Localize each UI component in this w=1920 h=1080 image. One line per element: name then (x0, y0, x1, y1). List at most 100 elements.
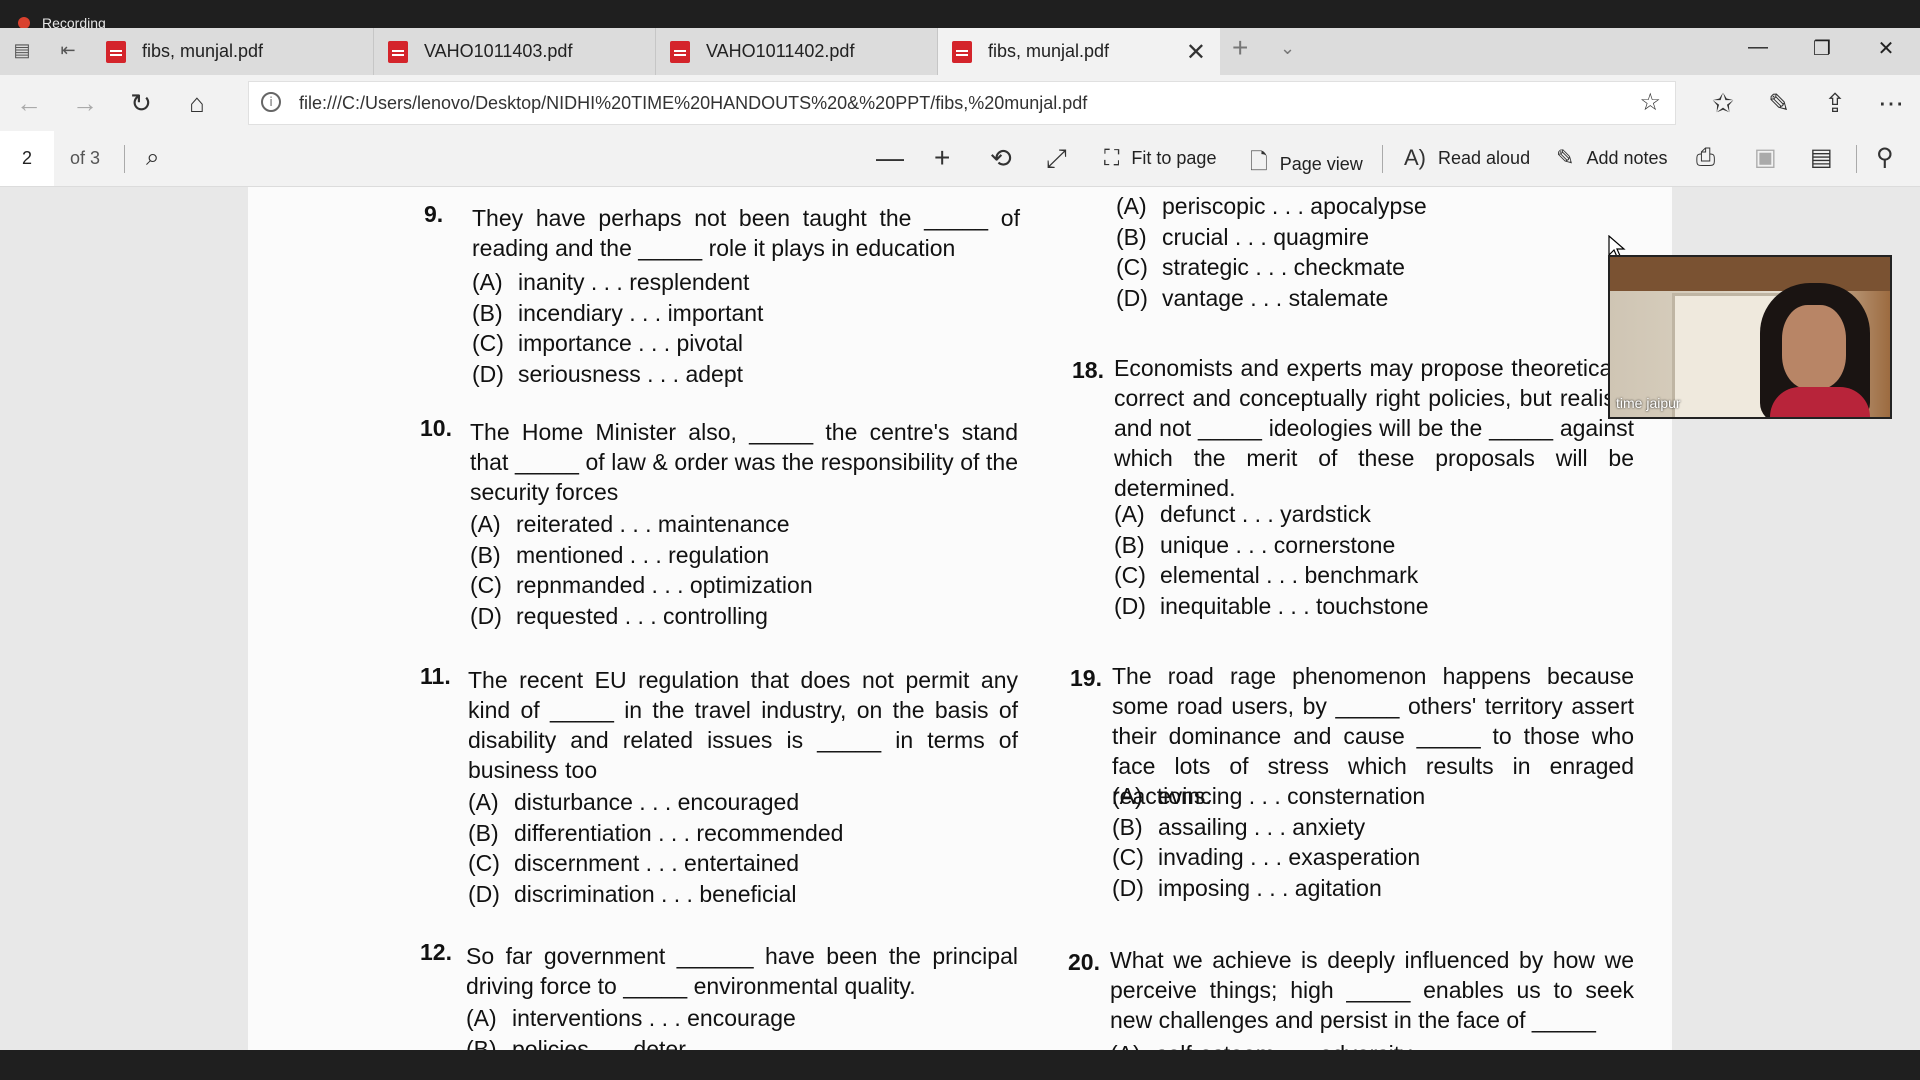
chevron-down-icon[interactable]: ⌄ (1280, 38, 1295, 59)
tab-fibs-munjal-1[interactable]: fibs, munjal.pdf (92, 28, 374, 75)
webcam-overlay[interactable]: time jaipur (1608, 255, 1892, 419)
question-number: 11. (420, 663, 451, 689)
option: (D) vantage . . . stalemate (1116, 284, 1389, 311)
pin-toolbar-icon[interactable]: ⚲ (1876, 141, 1894, 175)
fit-to-page-label: Fit to page (1131, 147, 1217, 168)
pdf-toolbar: 2 of 3 ⌕ — + ⟲ ⤢ ⛶ Fit to page 🗋 Page vi… (0, 131, 1920, 187)
share-icon[interactable]: ⇪ (1818, 87, 1852, 119)
new-tab-icon[interactable]: + (1232, 32, 1248, 64)
option: (B) mentioned . . . regulation (470, 541, 770, 568)
pdf-icon (106, 40, 126, 63)
pen-icon: ✎ (1556, 145, 1575, 170)
pen-notes-icon[interactable]: ✎ (1762, 87, 1796, 119)
options-list: (A) interventions . . . encourage (B) poli… (466, 1003, 796, 1050)
option: (A) reiterated . . . maintenance (470, 511, 790, 537)
tab-vaho1011403[interactable]: VAHO1011403.pdf (374, 28, 656, 75)
option: (B) incendiary . . . important (472, 299, 764, 326)
zoom-out-icon[interactable]: — (876, 141, 904, 175)
divider (124, 145, 125, 173)
zoom-in-icon[interactable]: + (934, 141, 950, 175)
search-icon[interactable]: ⌕ (146, 141, 159, 175)
rotate-icon[interactable]: ⟲ (990, 141, 1012, 175)
refresh-icon[interactable]: ↻ (124, 87, 158, 119)
read-aloud-icon: A) (1404, 145, 1426, 170)
page-view-label: Page view (1279, 153, 1363, 174)
divider (1382, 145, 1383, 173)
close-window-icon[interactable]: ✕ (1866, 36, 1906, 66)
address-bar: ← → ↻ ⌂ i file:///C:/Users/lenovo/Deskto… (0, 75, 1920, 131)
pdf-page: 9. They have perhaps not been taught the… (248, 187, 1672, 1050)
back-arrow-icon[interactable]: ← (12, 87, 46, 119)
option: (A) defunct . . . yardstick (1114, 501, 1371, 527)
url-field[interactable]: i file:///C:/Users/lenovo/Desktop/NIDHI%… (248, 81, 1676, 125)
bottom-strip (0, 1050, 1920, 1080)
read-aloud-label: Read aloud (1438, 147, 1531, 168)
question-number: 18. (1072, 357, 1104, 383)
home-icon[interactable]: ⌂ (180, 87, 214, 119)
add-notes-button[interactable]: ✎ Add notes (1556, 145, 1668, 171)
save-as-icon[interactable]: ▤ (1810, 141, 1833, 175)
question-number: 19. (1070, 665, 1102, 691)
tab-label: fibs, munjal.pdf (988, 41, 1110, 61)
option: (B) unique . . . cornerstone (1114, 531, 1396, 558)
question-number: 12. (420, 939, 452, 965)
fullscreen-icon[interactable]: ⤢ (1046, 141, 1067, 175)
question-text: What we achieve is deeply influenced by … (1110, 947, 1634, 1033)
page-number-input[interactable]: 2 (0, 131, 54, 186)
divider (1856, 145, 1857, 173)
question-number: 9. (424, 201, 444, 227)
option: (A) interventions . . . encourage (466, 1005, 796, 1031)
tab-fibs-munjal-active[interactable]: fibs, munjal.pdf ✕ (938, 28, 1220, 75)
save-icon[interactable]: ▣ (1754, 141, 1777, 175)
presenter-body (1770, 387, 1870, 417)
pdf-icon (670, 40, 690, 63)
fit-to-page-button[interactable]: ⛶ Fit to page (1104, 145, 1216, 171)
option: (A) inanity . . . resplendent (472, 269, 750, 295)
options-list: (A) evincing . . . consternation (B) assai… (1112, 781, 1425, 903)
page-view-button[interactable]: 🗋 Page view (1250, 145, 1363, 183)
option: (C) strategic . . . checkmate (1116, 254, 1405, 280)
option: (C) discernment . . . entertained (468, 850, 800, 876)
page-view-icon: 🗋 (1250, 149, 1268, 174)
question-text: The recent EU regulation that does not p… (468, 667, 1018, 783)
option: (D) requested . . . controlling (470, 602, 768, 629)
minimize-icon[interactable]: — (1738, 36, 1778, 66)
option: (D) imposing . . . agitation (1112, 874, 1382, 901)
option: (A) disturbance . . . encouraged (468, 789, 800, 815)
options-list: (A)self-esteem . . . adversity (1110, 1039, 1412, 1050)
tab-actions-icon[interactable]: ▤ (10, 40, 34, 64)
option: (A) periscopic . . . apocalypse (1116, 193, 1427, 219)
option: (D) seriousness . . . adept (472, 360, 744, 387)
restore-icon[interactable]: ❐ (1802, 36, 1842, 66)
info-icon[interactable]: i (261, 92, 281, 112)
question-text: They have perhaps not been taught the __… (472, 205, 1020, 261)
option: (C) importance . . . pivotal (472, 330, 743, 356)
forward-arrow-icon[interactable]: → (68, 87, 102, 119)
options-list: (A) disturbance . . . encouraged (B) diffe… (468, 787, 843, 909)
tab-label: VAHO1011402.pdf (706, 41, 855, 61)
close-tab-icon[interactable]: ✕ (1186, 38, 1206, 67)
question-number: 10. (420, 415, 452, 441)
question-number: 20. (1068, 949, 1100, 975)
more-options-icon[interactable]: ⋯ (1874, 87, 1908, 119)
option: (C) invading . . . exasperation (1112, 844, 1421, 870)
set-aside-tabs-icon[interactable]: ⇤ (56, 40, 80, 64)
option: (A) evincing . . . consternation (1112, 783, 1426, 809)
favorites-icon[interactable]: ✩ (1706, 87, 1740, 119)
tab-label: VAHO1011403.pdf (424, 41, 573, 61)
option: (D) inequitable . . . touchstone (1114, 592, 1429, 619)
recording-strip: Recording (0, 0, 1920, 31)
read-aloud-button[interactable]: A) Read aloud (1404, 145, 1530, 171)
options-list: (A) inanity . . . resplendent (B) incendia… (472, 267, 763, 389)
favorite-star-icon[interactable]: ☆ (1639, 88, 1661, 117)
print-icon[interactable]: ⎙ (1696, 141, 1715, 175)
option: (B) differentiation . . . recommended (468, 819, 844, 846)
options-list: (A) defunct . . . yardstick (B) unique . .… (1114, 499, 1429, 621)
option: (A)self-esteem . . . adversity (1110, 1039, 1412, 1050)
add-notes-label: Add notes (1586, 147, 1668, 168)
option: (B) crucial . . . quagmire (1116, 223, 1370, 250)
tab-vaho1011402[interactable]: VAHO1011402.pdf (656, 28, 938, 75)
option: (B) assailing . . . anxiety (1112, 813, 1366, 840)
option: (C) elemental . . . benchmark (1114, 562, 1419, 588)
tab-bar: ▤ ⇤ fibs, munjal.pdf VAHO1011403.pdf VAH… (0, 28, 1920, 75)
